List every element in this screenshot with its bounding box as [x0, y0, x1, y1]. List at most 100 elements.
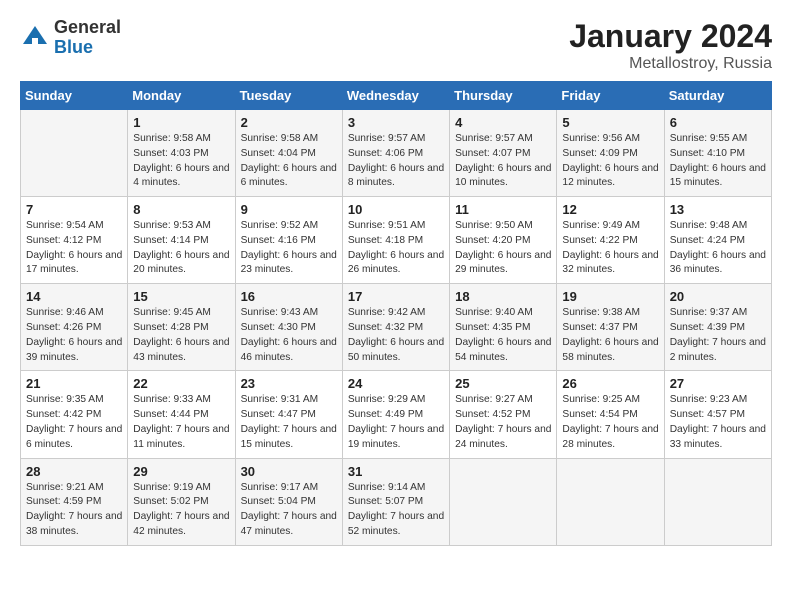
day-info: Sunrise: 9:33 AMSunset: 4:44 PMDaylight:…: [133, 393, 229, 452]
logo-text: General Blue: [54, 18, 121, 58]
day-info: Sunrise: 9:49 AMSunset: 4:22 PMDaylight:…: [562, 219, 658, 278]
calendar-cell: 24 Sunrise: 9:29 AMSunset: 4:49 PMDayligh…: [342, 371, 449, 458]
calendar-cell: 9Sunrise: 9:52 AMSunset: 4:16 PMDaylight…: [235, 197, 342, 284]
day-info: Sunrise: 9:48 AMSunset: 4:24 PMDaylight:…: [670, 219, 766, 278]
day-info: Sunrise: 9:43 AMSunset: 4:30 PMDaylight:…: [241, 306, 337, 365]
calendar-week-row: 21 Sunrise: 9:35 AMSunset: 4:42 PMDayligh…: [21, 371, 772, 458]
day-number: 26: [562, 376, 658, 391]
day-number: 5: [562, 115, 658, 130]
calendar-cell: 14 Sunrise: 9:46 AMSunset: 4:26 PMDayligh…: [21, 284, 128, 371]
day-info: Sunrise: 9:51 AMSunset: 4:18 PMDaylight:…: [348, 219, 444, 278]
header-row-days: Sunday Monday Tuesday Wednesday Thursday…: [21, 82, 772, 110]
day-number: 20: [670, 289, 766, 304]
day-number: 15: [133, 289, 229, 304]
day-number: 30: [241, 464, 337, 479]
calendar-cell: 27 Sunrise: 9:23 AMSunset: 4:57 PMDayligh…: [664, 371, 771, 458]
day-number: 24: [348, 376, 444, 391]
calendar-cell: 29 Sunrise: 9:19 AMSunset: 5:02 PMDayligh…: [128, 458, 235, 545]
calendar-cell: [664, 458, 771, 545]
logo-general-text: General: [54, 18, 121, 38]
logo-icon: [20, 23, 50, 53]
day-info: Sunrise: 9:21 AMSunset: 4:59 PMDaylight:…: [26, 481, 122, 540]
calendar-cell: 18 Sunrise: 9:40 AMSunset: 4:35 PMDayligh…: [450, 284, 557, 371]
day-number: 13: [670, 202, 766, 217]
calendar-cell: 1 Sunrise: 9:58 AMSunset: 4:03 PMDaylight…: [128, 110, 235, 197]
th-saturday: Saturday: [664, 82, 771, 110]
calendar-cell: 20Sunrise: 9:37 AMSunset: 4:39 PMDayligh…: [664, 284, 771, 371]
logo: General Blue: [20, 18, 121, 58]
day-info: Sunrise: 9:58 AMSunset: 4:03 PMDaylight:…: [133, 132, 229, 191]
day-info: Sunrise: 9:50 AMSunset: 4:20 PMDaylight:…: [455, 219, 551, 278]
day-number: 7: [26, 202, 122, 217]
day-info: Sunrise: 9:19 AMSunset: 5:02 PMDaylight:…: [133, 481, 229, 540]
day-info: Sunrise: 9:23 AMSunset: 4:57 PMDaylight:…: [670, 393, 766, 452]
calendar-cell: 21 Sunrise: 9:35 AMSunset: 4:42 PMDayligh…: [21, 371, 128, 458]
calendar-cell: 5 Sunrise: 9:56 AMSunset: 4:09 PMDaylight…: [557, 110, 664, 197]
day-info: Sunrise: 9:58 AMSunset: 4:04 PMDaylight:…: [241, 132, 337, 191]
calendar-header: Sunday Monday Tuesday Wednesday Thursday…: [21, 82, 772, 110]
day-info: Sunrise: 9:46 AMSunset: 4:26 PMDaylight:…: [26, 306, 122, 365]
calendar-cell: 15Sunrise: 9:45 AMSunset: 4:28 PMDayligh…: [128, 284, 235, 371]
calendar-cell: 19 Sunrise: 9:38 AMSunset: 4:37 PMDayligh…: [557, 284, 664, 371]
th-sunday: Sunday: [21, 82, 128, 110]
day-number: 12: [562, 202, 658, 217]
day-info: Sunrise: 9:57 AMSunset: 4:07 PMDaylight:…: [455, 132, 551, 191]
day-info: Sunrise: 9:35 AMSunset: 4:42 PMDaylight:…: [26, 393, 122, 452]
calendar-body: 1 Sunrise: 9:58 AMSunset: 4:03 PMDaylight…: [21, 110, 772, 546]
day-number: 18: [455, 289, 551, 304]
calendar-cell: 11 Sunrise: 9:50 AMSunset: 4:20 PMDayligh…: [450, 197, 557, 284]
day-number: 28: [26, 464, 122, 479]
calendar-week-row: 28 Sunrise: 9:21 AMSunset: 4:59 PMDayligh…: [21, 458, 772, 545]
th-friday: Friday: [557, 82, 664, 110]
day-info: Sunrise: 9:25 AMSunset: 4:54 PMDaylight:…: [562, 393, 658, 452]
day-info: Sunrise: 9:42 AMSunset: 4:32 PMDaylight:…: [348, 306, 444, 365]
day-number: 19: [562, 289, 658, 304]
calendar-cell: 23Sunrise: 9:31 AMSunset: 4:47 PMDayligh…: [235, 371, 342, 458]
th-wednesday: Wednesday: [342, 82, 449, 110]
calendar-week-row: 7 Sunrise: 9:54 AMSunset: 4:12 PMDaylight…: [21, 197, 772, 284]
day-number: 1: [133, 115, 229, 130]
header-row: General Blue January 2024 Metallostroy, …: [20, 18, 772, 73]
calendar-cell: 30 Sunrise: 9:17 AMSunset: 5:04 PMDayligh…: [235, 458, 342, 545]
calendar-cell: [557, 458, 664, 545]
day-info: Sunrise: 9:52 AMSunset: 4:16 PMDaylight:…: [241, 219, 337, 278]
calendar-cell: [21, 110, 128, 197]
day-number: 10: [348, 202, 444, 217]
day-info: Sunrise: 9:29 AMSunset: 4:49 PMDaylight:…: [348, 393, 444, 452]
day-info: Sunrise: 9:31 AMSunset: 4:47 PMDaylight:…: [241, 393, 337, 452]
calendar-cell: 28 Sunrise: 9:21 AMSunset: 4:59 PMDayligh…: [21, 458, 128, 545]
day-info: Sunrise: 9:56 AMSunset: 4:09 PMDaylight:…: [562, 132, 658, 191]
calendar-cell: [450, 458, 557, 545]
day-info: Sunrise: 9:40 AMSunset: 4:35 PMDaylight:…: [455, 306, 551, 365]
subtitle: Metallostroy, Russia: [569, 55, 772, 73]
day-number: 27: [670, 376, 766, 391]
logo-blue-text: Blue: [54, 38, 121, 58]
day-number: 31: [348, 464, 444, 479]
calendar-cell: 22 Sunrise: 9:33 AMSunset: 4:44 PMDayligh…: [128, 371, 235, 458]
th-monday: Monday: [128, 82, 235, 110]
calendar-week-row: 1 Sunrise: 9:58 AMSunset: 4:03 PMDaylight…: [21, 110, 772, 197]
day-info: Sunrise: 9:27 AMSunset: 4:52 PMDaylight:…: [455, 393, 551, 452]
day-number: 25: [455, 376, 551, 391]
day-info: Sunrise: 9:57 AMSunset: 4:06 PMDaylight:…: [348, 132, 444, 191]
calendar-cell: 26 Sunrise: 9:25 AMSunset: 4:54 PMDayligh…: [557, 371, 664, 458]
main-container: General Blue January 2024 Metallostroy, …: [0, 0, 792, 556]
day-info: Sunrise: 9:54 AMSunset: 4:12 PMDaylight:…: [26, 219, 122, 278]
calendar-cell: 2Sunrise: 9:58 AMSunset: 4:04 PMDaylight…: [235, 110, 342, 197]
calendar-cell: 12 Sunrise: 9:49 AMSunset: 4:22 PMDayligh…: [557, 197, 664, 284]
day-info: Sunrise: 9:38 AMSunset: 4:37 PMDaylight:…: [562, 306, 658, 365]
day-number: 3: [348, 115, 444, 130]
day-number: 22: [133, 376, 229, 391]
day-number: 14: [26, 289, 122, 304]
day-number: 29: [133, 464, 229, 479]
calendar-cell: 25 Sunrise: 9:27 AMSunset: 4:52 PMDayligh…: [450, 371, 557, 458]
th-thursday: Thursday: [450, 82, 557, 110]
calendar-table: Sunday Monday Tuesday Wednesday Thursday…: [20, 81, 772, 546]
day-number: 11: [455, 202, 551, 217]
day-number: 21: [26, 376, 122, 391]
day-number: 4: [455, 115, 551, 130]
calendar-cell: 7 Sunrise: 9:54 AMSunset: 4:12 PMDaylight…: [21, 197, 128, 284]
day-info: Sunrise: 9:17 AMSunset: 5:04 PMDaylight:…: [241, 481, 337, 540]
calendar-cell: 4 Sunrise: 9:57 AMSunset: 4:07 PMDaylight…: [450, 110, 557, 197]
day-info: Sunrise: 9:55 AMSunset: 4:10 PMDaylight:…: [670, 132, 766, 191]
